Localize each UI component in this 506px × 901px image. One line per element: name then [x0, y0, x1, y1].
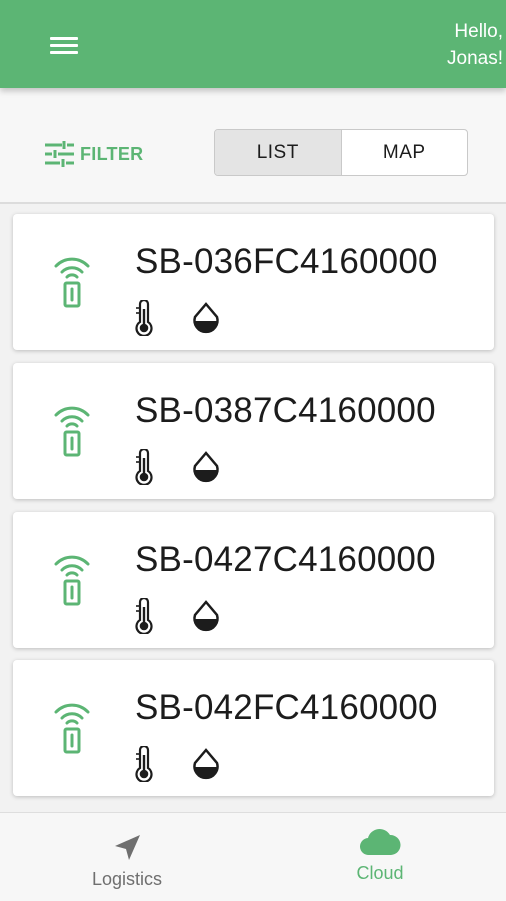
- wireless-sensor-icon: [54, 406, 90, 457]
- view-toggle: LIST MAP: [214, 129, 468, 176]
- wireless-sensor-icon: [54, 703, 90, 754]
- nav-cloud[interactable]: Cloud: [330, 813, 430, 901]
- device-id: SB-0427C4160000: [135, 540, 436, 579]
- app-header: Hello, Jonas!: [0, 0, 506, 88]
- sliders-icon: [45, 141, 74, 167]
- thermometer-icon: [135, 449, 153, 485]
- nav-logistics[interactable]: Logistics: [77, 813, 177, 901]
- device-card[interactable]: SB-036FC4160000: [13, 214, 494, 350]
- humidity-drop-icon: [193, 600, 219, 632]
- nav-logistics-label: Logistics: [91, 869, 163, 889]
- nav-cloud-label: Cloud: [356, 863, 404, 883]
- menu-button[interactable]: [44, 30, 84, 62]
- thermometer-icon: [135, 598, 153, 634]
- humidity-drop-icon: [193, 451, 219, 483]
- list-view-button[interactable]: LIST: [215, 130, 341, 175]
- wireless-sensor-icon: [54, 257, 90, 308]
- map-view-button[interactable]: MAP: [340, 130, 468, 175]
- filter-button[interactable]: FILTER: [44, 140, 143, 168]
- hamburger-menu-icon-bar: [50, 44, 78, 47]
- thermometer-icon: [135, 746, 153, 782]
- device-id: SB-036FC4160000: [135, 242, 438, 281]
- thermometer-icon: [135, 300, 153, 336]
- hamburger-menu-icon-bar: [50, 51, 78, 54]
- toolbar-divider: [0, 202, 506, 204]
- greeting-line-1: Hello,: [454, 21, 503, 42]
- navigation-arrow-icon: [115, 835, 140, 860]
- device-card[interactable]: SB-042FC4160000: [13, 660, 494, 796]
- device-id: SB-0387C4160000: [135, 391, 436, 430]
- humidity-drop-icon: [193, 748, 219, 780]
- device-id: SB-042FC4160000: [135, 688, 438, 727]
- bottom-navigation: Logistics Cloud: [0, 812, 506, 901]
- humidity-drop-icon: [193, 302, 219, 334]
- cloud-icon: [359, 829, 401, 856]
- greeting-user-name: Jonas!: [447, 48, 503, 69]
- filter-label: FILTER: [80, 143, 144, 164]
- device-card[interactable]: SB-0387C4160000: [13, 363, 494, 499]
- user-greeting: Hello, Jonas!: [363, 18, 503, 72]
- wireless-sensor-icon: [54, 555, 90, 606]
- device-card[interactable]: SB-0427C4160000: [13, 512, 494, 648]
- hamburger-menu-icon: [50, 37, 78, 40]
